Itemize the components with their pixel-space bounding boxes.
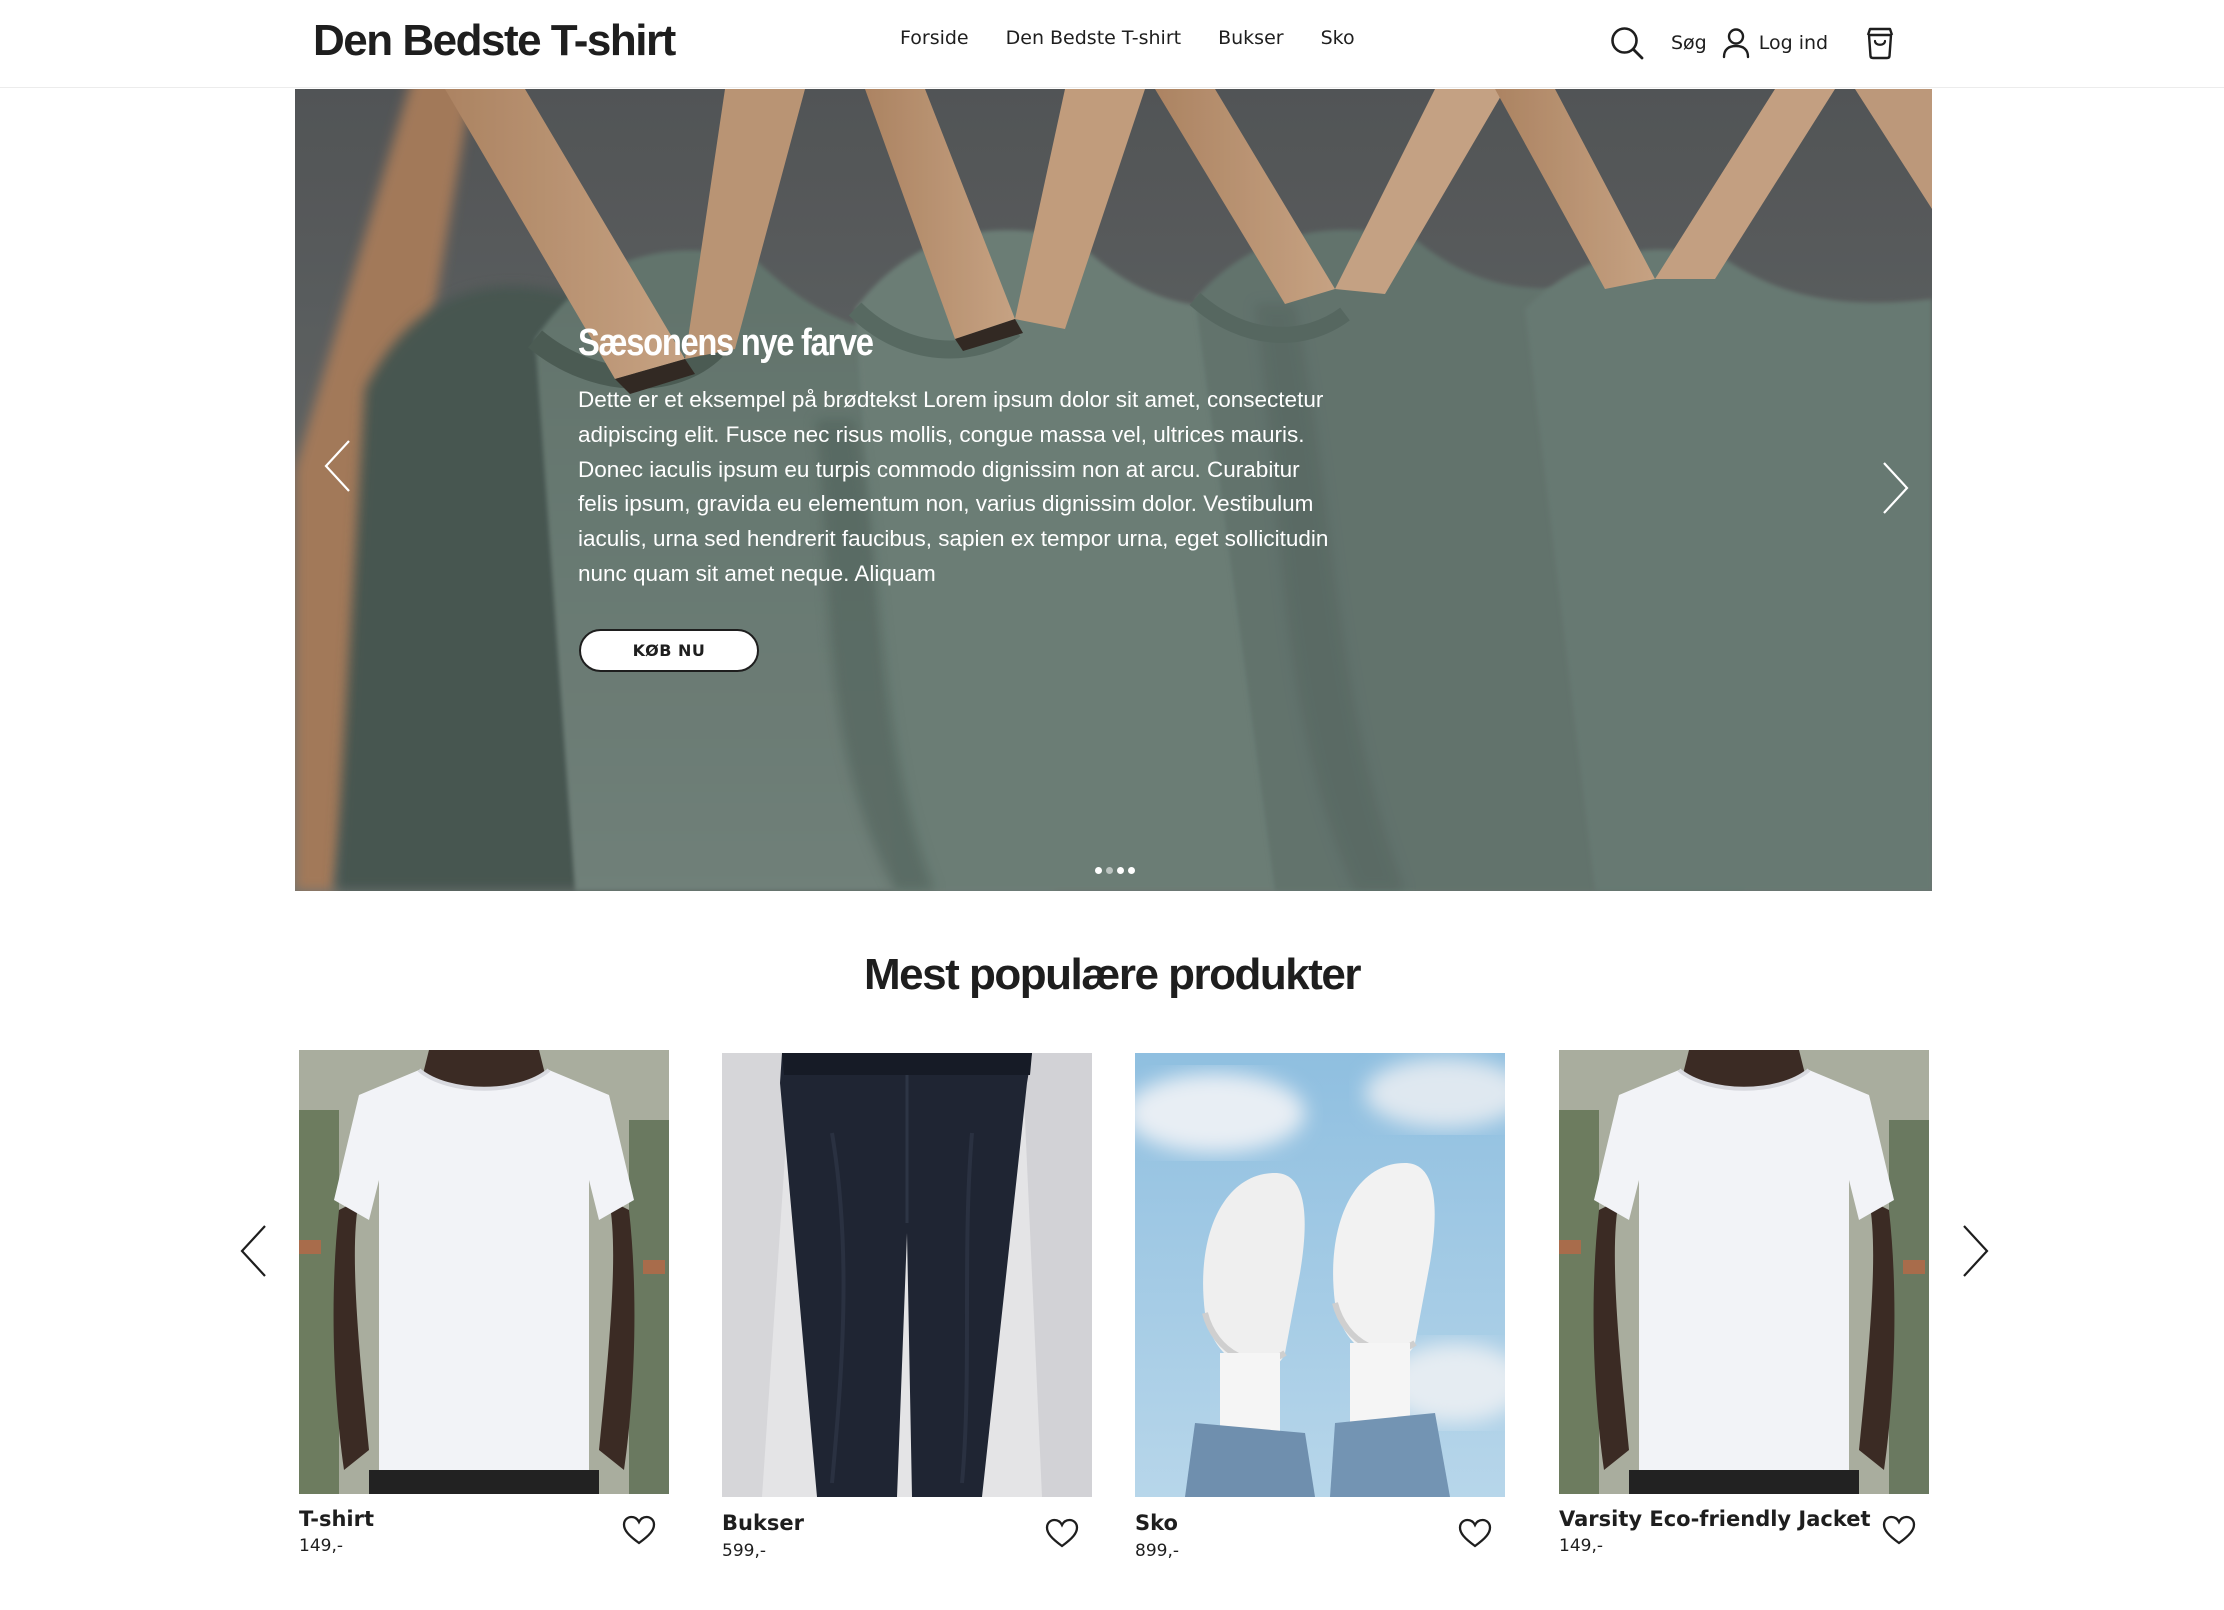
main-nav: Forside Den Bedste T-shirt Bukser Sko <box>900 27 1355 49</box>
hero-body-text: Dette er et eksempel på brødtekst Lorem … <box>578 387 1329 586</box>
product-image-sko[interactable] <box>1135 1053 1505 1497</box>
header-tools: Søg Log ind <box>1609 21 1896 65</box>
product-name[interactable]: T-shirt <box>299 1507 374 1531</box>
product-name[interactable]: Bukser <box>722 1511 804 1535</box>
nav-item-forside[interactable]: Forside <box>900 27 969 49</box>
slider-dot-4[interactable] <box>1128 867 1135 874</box>
products-next-arrow-icon[interactable] <box>1960 1224 1990 1278</box>
popular-products-title: Mest populære produkter <box>864 950 1362 999</box>
search-button-label[interactable]: Søg <box>1671 32 1707 54</box>
hero-prev-arrow-icon[interactable] <box>323 439 353 493</box>
hero-slider: Sæsonens nye farve Dette er et eksempel … <box>295 89 1932 891</box>
nav-item-den-bedste-t-shirt[interactable]: Den Bedste T-shirt <box>1006 27 1181 49</box>
heart-icon[interactable] <box>1045 1518 1079 1548</box>
hero-next-arrow-icon[interactable] <box>1880 461 1910 515</box>
shopping-bag-icon[interactable] <box>1864 26 1896 60</box>
product-price: 599,- <box>722 1541 766 1561</box>
products-prev-arrow-icon[interactable] <box>239 1224 269 1278</box>
heart-icon[interactable] <box>1458 1518 1492 1548</box>
product-name[interactable]: Sko <box>1135 1511 1178 1535</box>
product-image-varsity-eco-friendly-jacket[interactable] <box>1559 1050 1929 1494</box>
product-image-bukser[interactable] <box>722 1053 1092 1497</box>
buy-now-button[interactable]: KØB NU <box>579 629 759 672</box>
slider-dot-2[interactable] <box>1106 867 1113 874</box>
search-icon[interactable] <box>1609 25 1645 61</box>
site-logo[interactable]: Den Bedste T-shirt <box>313 16 676 66</box>
nav-item-bukser[interactable]: Bukser <box>1218 27 1283 49</box>
product-name[interactable]: Varsity Eco-friendly Jacket <box>1559 1507 1871 1531</box>
slider-dot-3[interactable] <box>1117 867 1124 874</box>
slider-dots <box>1095 867 1135 874</box>
login-label: Log ind <box>1758 32 1829 54</box>
slider-dot-1[interactable] <box>1095 867 1102 874</box>
login-button[interactable]: Log ind <box>1721 27 1828 59</box>
heart-icon[interactable] <box>1882 1515 1916 1545</box>
product-price: 149,- <box>299 1536 343 1556</box>
product-price: 149,- <box>1559 1536 1603 1556</box>
hero-content: Sæsonens nye farve Dette er et eksempel … <box>578 322 1338 592</box>
nav-item-sko[interactable]: Sko <box>1321 27 1355 49</box>
site-header: Den Bedste T-shirt Forside Den Bedste T-… <box>0 0 2224 88</box>
user-icon <box>1722 28 1749 59</box>
heart-icon[interactable] <box>622 1515 656 1545</box>
product-image-t-shirt[interactable] <box>299 1050 669 1494</box>
hero-title: Sæsonens nye farve <box>578 322 874 364</box>
product-price: 899,- <box>1135 1541 1179 1561</box>
